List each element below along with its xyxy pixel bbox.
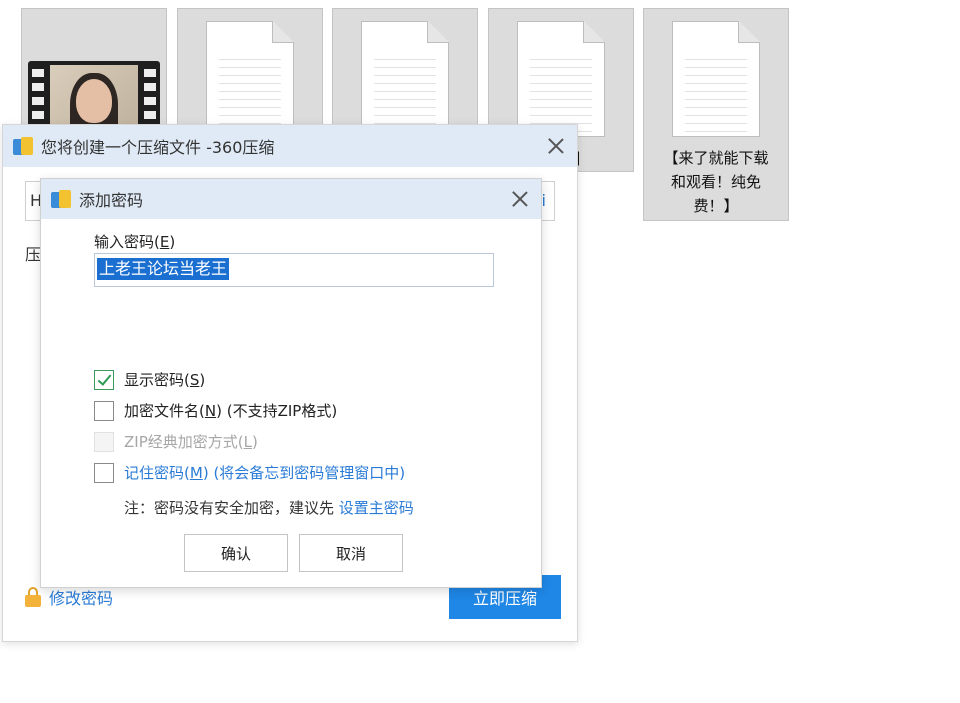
document-icon <box>361 21 449 137</box>
encrypt-filenames-option[interactable]: 加密文件名(N) (不支持ZIP格式) <box>94 400 337 421</box>
remember-password-option[interactable]: 记住密码(M) (将会备忘到密码管理窗口中) <box>94 462 405 483</box>
document-icon <box>517 21 605 137</box>
change-password-label: 修改密码 <box>49 589 114 608</box>
encrypt-filenames-checkbox[interactable] <box>94 400 114 421</box>
change-password-link[interactable]: 修改密码 <box>25 585 113 609</box>
show-password-option[interactable]: 显示密码(S) <box>94 369 205 390</box>
password-dialog-titlebar: 添加密码 <box>41 179 541 219</box>
password-input[interactable]: 上老王论坛当老王 <box>94 253 494 287</box>
app-360zip-icon <box>51 190 71 208</box>
show-password-checkbox[interactable] <box>94 369 114 390</box>
browse-icon[interactable]: i <box>542 191 546 210</box>
zip-classic-encryption-option: ZIP经典加密方式(L) <box>94 431 258 452</box>
option-label: 记住密码(M) (将会备忘到密码管理窗口中) <box>124 464 406 482</box>
lock-icon <box>25 587 43 607</box>
compress-label: 压 <box>25 245 42 264</box>
security-note: 注：密码没有安全加密，建议先 设置主密码 <box>124 499 414 517</box>
close-icon[interactable] <box>546 136 566 156</box>
file-caption: 【来了就能下载和观看！纯免费！】 <box>663 149 769 215</box>
zip-classic-encryption-checkbox <box>94 431 114 452</box>
add-password-dialog: 添加密码 输入密码(E) 上老王论坛当老王 显示密码(S) 加密文件名(N) (… <box>40 178 542 588</box>
remember-password-checkbox[interactable] <box>94 462 114 483</box>
cancel-button[interactable]: 取消 <box>299 534 403 572</box>
ok-button[interactable]: 确认 <box>184 534 288 572</box>
app-360zip-icon <box>13 137 33 155</box>
password-value: 上老王论坛当老王 <box>97 258 230 280</box>
password-field-label: 输入密码(E) <box>94 233 176 251</box>
document-file-thumbnail[interactable]: 【来了就能下载和观看！纯免费！】 <box>643 8 789 221</box>
dialog-titlebar: 您将创建一个压缩文件 -360压缩 <box>3 125 577 167</box>
set-master-password-link[interactable]: 设置主密码 <box>339 499 414 517</box>
document-icon <box>672 21 760 137</box>
option-label: ZIP经典加密方式(L) <box>124 433 258 451</box>
password-dialog-title: 添加密码 <box>79 191 144 210</box>
option-label: 显示密码(S) <box>124 371 206 389</box>
dialog-title: 您将创建一个压缩文件 -360压缩 <box>41 138 275 157</box>
close-icon[interactable] <box>510 189 530 209</box>
document-icon <box>206 21 294 137</box>
option-label: 加密文件名(N) (不支持ZIP格式) <box>124 402 338 420</box>
